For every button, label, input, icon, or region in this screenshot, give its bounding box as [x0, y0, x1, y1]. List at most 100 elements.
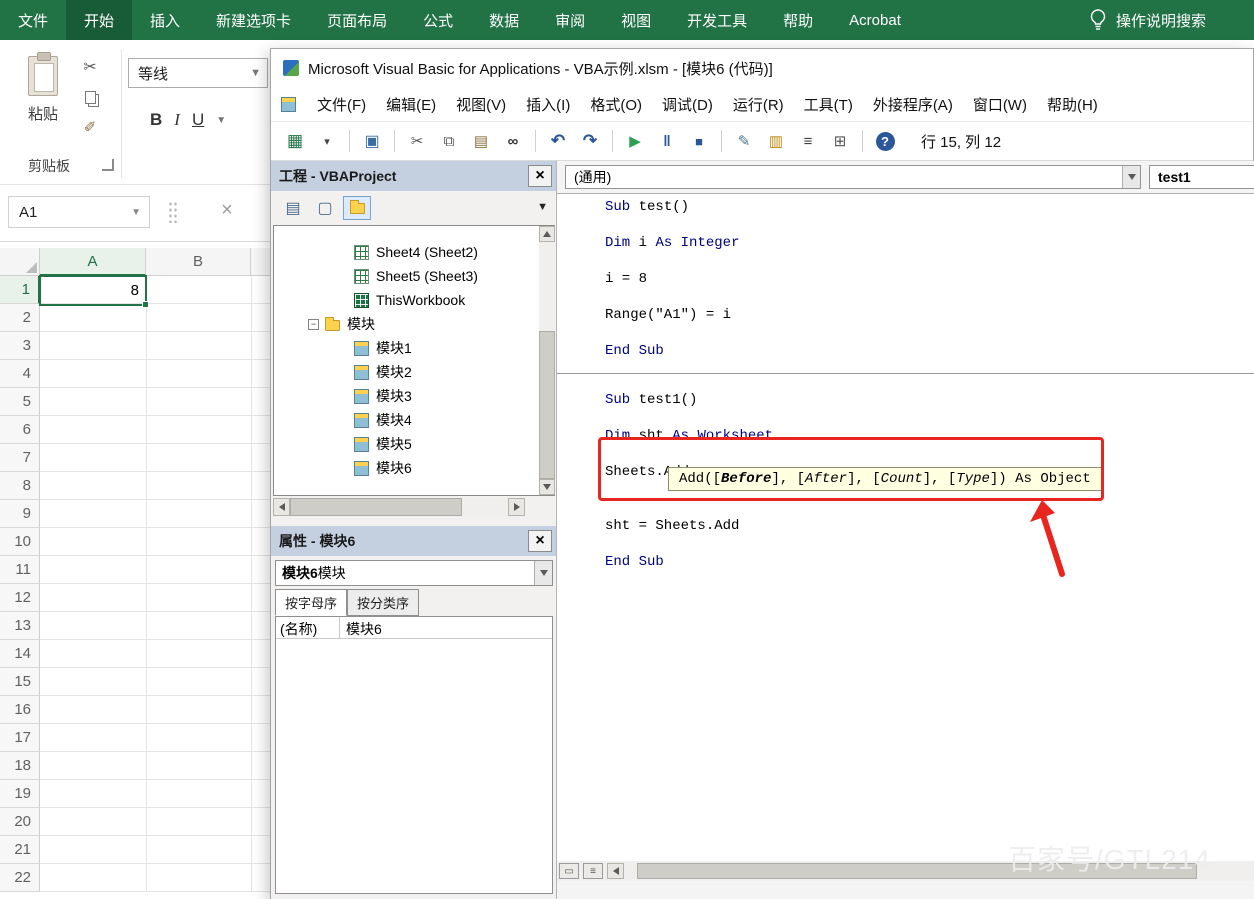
- chevron-down-icon[interactable]: [1122, 166, 1140, 188]
- tree-hscroll-thumb[interactable]: [290, 498, 462, 516]
- code-editor[interactable]: Sub test()Dim i As Integeri = 8Range("A1…: [557, 193, 1254, 861]
- menu-item-3[interactable]: 插入(I): [516, 89, 580, 120]
- formula-cancel-button[interactable]: ×: [214, 197, 240, 223]
- tree-scroll-down-icon[interactable]: [539, 479, 555, 495]
- row-header-2[interactable]: 2: [0, 304, 40, 332]
- procedure-dropdown[interactable]: test1: [1149, 165, 1254, 189]
- view-excel-button[interactable]: [281, 128, 309, 154]
- code-scroll-left-icon[interactable]: [607, 863, 624, 879]
- menu-item-5[interactable]: 调试(D): [652, 89, 723, 120]
- tree-scroll-up-icon[interactable]: [539, 226, 555, 242]
- column-header-b[interactable]: B: [146, 248, 251, 276]
- procedure-view-button[interactable]: [559, 863, 579, 879]
- bold-button[interactable]: B: [150, 110, 162, 130]
- chevron-down-icon[interactable]: [534, 561, 552, 585]
- tree-item-7[interactable]: 模块4: [274, 408, 554, 432]
- ribbon-tab-4[interactable]: 页面布局: [309, 0, 405, 40]
- format-painter-button[interactable]: ✐: [78, 116, 102, 138]
- row-header-5[interactable]: 5: [0, 388, 40, 416]
- tree-item-1[interactable]: Sheet5 (Sheet3): [274, 264, 554, 288]
- property-row[interactable]: (名称) 模块6: [276, 617, 552, 639]
- reset-button[interactable]: [685, 128, 713, 154]
- paste-button[interactable]: [467, 128, 495, 154]
- row-header-6[interactable]: 6: [0, 416, 40, 444]
- row-header-21[interactable]: 21: [0, 836, 40, 864]
- select-all-corner[interactable]: [0, 248, 40, 276]
- row-header-3[interactable]: 3: [0, 332, 40, 360]
- cut-button[interactable]: ✂: [78, 56, 102, 78]
- underline-caret-icon[interactable]: ▼: [216, 115, 226, 126]
- tree-scroll-right-icon[interactable]: [508, 498, 525, 516]
- ribbon-tab-5[interactable]: 公式: [405, 0, 471, 40]
- tree-scroll-left-icon[interactable]: [273, 498, 290, 516]
- properties-window-button[interactable]: [794, 128, 822, 154]
- row-header-15[interactable]: 15: [0, 668, 40, 696]
- row-header-10[interactable]: 10: [0, 528, 40, 556]
- menu-item-1[interactable]: 编辑(E): [376, 89, 446, 120]
- ribbon-tab-3[interactable]: 新建选项卡: [198, 0, 309, 40]
- view-object-button[interactable]: [311, 196, 339, 220]
- tree-item-8[interactable]: 模块5: [274, 432, 554, 456]
- tree-item-5[interactable]: 模块2: [274, 360, 554, 384]
- find-button[interactable]: [499, 128, 527, 154]
- clipboard-dialog-launcher-icon[interactable]: [102, 159, 114, 171]
- row-header-19[interactable]: 19: [0, 780, 40, 808]
- menu-item-7[interactable]: 工具(T): [794, 89, 863, 120]
- tab-categorized[interactable]: 按分类序: [347, 589, 419, 616]
- menu-item-10[interactable]: 帮助(H): [1037, 89, 1108, 120]
- underline-button[interactable]: U: [192, 110, 204, 130]
- dropdown-caret-button[interactable]: [313, 128, 341, 154]
- selected-cell-a1[interactable]: 8: [39, 275, 147, 306]
- row-header-17[interactable]: 17: [0, 724, 40, 752]
- toolbox-button[interactable]: [826, 128, 854, 154]
- menu-item-6[interactable]: 运行(R): [723, 89, 794, 120]
- tree-item-4[interactable]: 模块1: [274, 336, 554, 360]
- column-header-partial[interactable]: [251, 248, 270, 276]
- row-header-9[interactable]: 9: [0, 500, 40, 528]
- column-header-a[interactable]: A: [40, 248, 146, 276]
- copy-button[interactable]: [78, 86, 102, 108]
- project-explorer-button[interactable]: [762, 128, 790, 154]
- tree-item-3[interactable]: −模块: [274, 312, 554, 336]
- tree-item-6[interactable]: 模块3: [274, 384, 554, 408]
- toggle-folders-button[interactable]: [343, 196, 371, 220]
- full-module-view-button[interactable]: [583, 863, 603, 879]
- help-button[interactable]: [871, 128, 899, 154]
- row-header-14[interactable]: 14: [0, 640, 40, 668]
- panel-overflow-icon[interactable]: ▼: [537, 201, 548, 213]
- row-header-13[interactable]: 13: [0, 612, 40, 640]
- name-box-caret-icon[interactable]: ▼: [131, 207, 141, 218]
- menu-item-4[interactable]: 格式(O): [580, 89, 652, 120]
- row-header-7[interactable]: 7: [0, 444, 40, 472]
- break-button[interactable]: [653, 128, 681, 154]
- row-header-8[interactable]: 8: [0, 472, 40, 500]
- ribbon-tab-1[interactable]: 开始: [66, 0, 132, 40]
- object-dropdown[interactable]: (通用): [565, 165, 1141, 189]
- row-header-18[interactable]: 18: [0, 752, 40, 780]
- row-header-20[interactable]: 20: [0, 808, 40, 836]
- ribbon-tab-2[interactable]: 插入: [132, 0, 198, 40]
- ribbon-tab-9[interactable]: 开发工具: [669, 0, 765, 40]
- formula-bar-grip[interactable]: [168, 201, 178, 223]
- run-button[interactable]: [621, 128, 649, 154]
- menu-item-8[interactable]: 外接程序(A): [863, 89, 963, 120]
- menu-item-0[interactable]: 文件(F): [307, 89, 376, 120]
- ribbon-tab-10[interactable]: 帮助: [765, 0, 831, 40]
- tab-alphabetic[interactable]: 按字母序: [275, 589, 347, 616]
- menu-item-2[interactable]: 视图(V): [446, 89, 516, 120]
- tree-item-2[interactable]: ThisWorkbook: [274, 288, 554, 312]
- properties-close-button[interactable]: [528, 530, 552, 552]
- properties-object-combo[interactable]: 模块6 模块: [275, 560, 553, 586]
- undo-button[interactable]: [544, 128, 572, 154]
- ribbon-search[interactable]: 操作说明搜索: [1089, 0, 1254, 40]
- cut-button[interactable]: [403, 128, 431, 154]
- tree-item-0[interactable]: Sheet4 (Sheet2): [274, 240, 554, 264]
- fill-handle[interactable]: [142, 301, 149, 308]
- ribbon-tab-11[interactable]: Acrobat: [831, 0, 919, 40]
- menu-item-9[interactable]: 窗口(W): [963, 89, 1037, 120]
- sheet-cells[interactable]: [40, 276, 270, 892]
- tree-item-9[interactable]: 模块6: [274, 456, 554, 480]
- ribbon-tab-7[interactable]: 审阅: [537, 0, 603, 40]
- save-button[interactable]: [358, 128, 386, 154]
- italic-button[interactable]: I: [174, 110, 180, 130]
